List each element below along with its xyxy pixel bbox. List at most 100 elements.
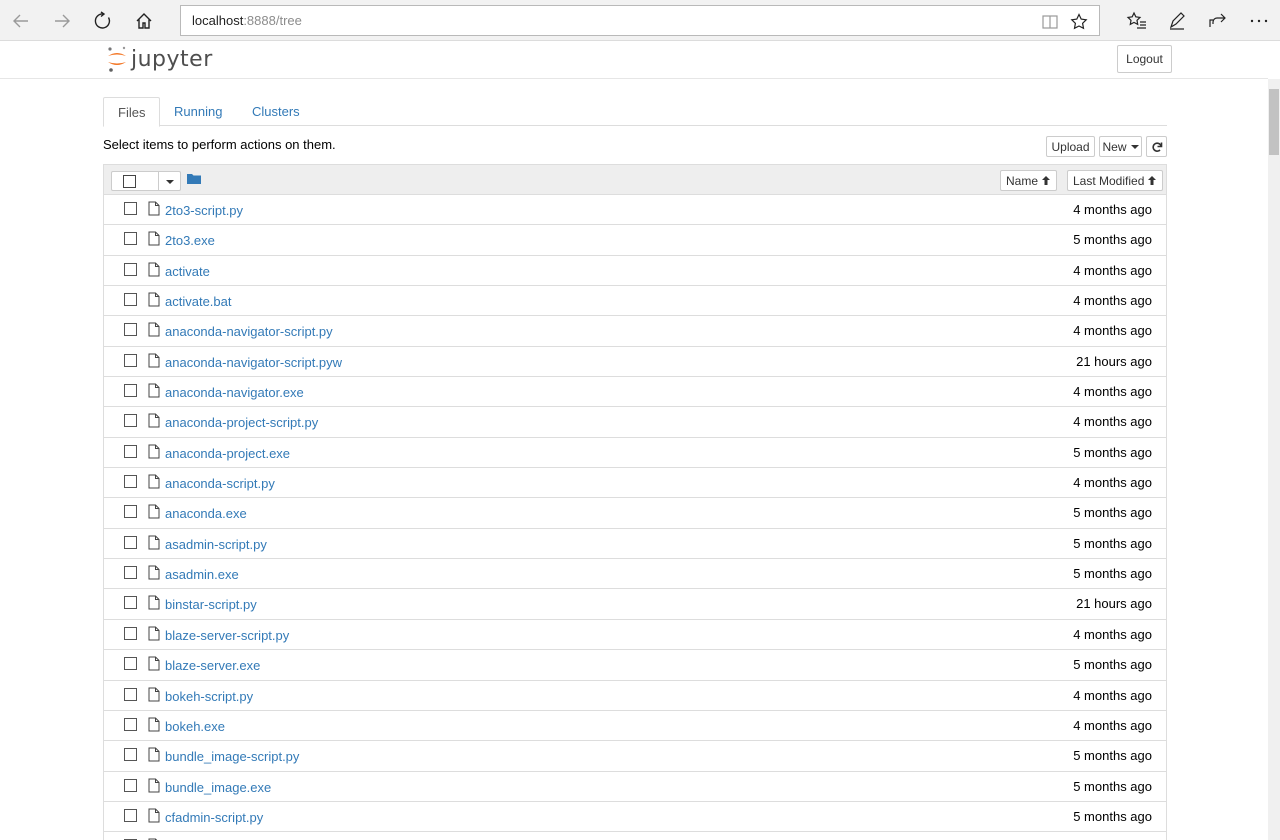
list-item[interactable]: 2to3-script.py 4 months ago [104, 195, 1166, 226]
more-button[interactable] [1244, 6, 1274, 36]
list-item[interactable]: bokeh.exe 4 months ago [104, 711, 1166, 742]
file-name-link[interactable]: bokeh.exe [165, 719, 225, 734]
item-checkbox[interactable] [124, 293, 137, 307]
item-checkbox[interactable] [124, 566, 137, 580]
file-name-link[interactable]: anaconda-script.py [165, 476, 275, 491]
arrow-up-icon [1042, 176, 1051, 185]
item-checkbox[interactable] [124, 657, 137, 671]
list-item[interactable] [104, 832, 1166, 840]
item-checkbox[interactable] [124, 323, 137, 337]
refresh-icon [94, 11, 111, 29]
favorites-hub-button[interactable] [1122, 6, 1152, 36]
item-checkbox[interactable] [124, 687, 137, 701]
list-item[interactable]: anaconda-project-script.py 4 months ago [104, 407, 1166, 438]
list-item[interactable]: blaze-server.exe 5 months ago [104, 650, 1166, 681]
list-item[interactable]: anaconda-navigator.exe 4 months ago [104, 377, 1166, 408]
share-button[interactable] [1202, 6, 1232, 36]
item-checkbox[interactable] [124, 748, 137, 762]
file-name-link[interactable]: asadmin.exe [165, 567, 239, 582]
tab-running[interactable]: Running [160, 97, 236, 126]
list-item[interactable]: anaconda-navigator-script.py 4 months ag… [104, 316, 1166, 347]
jupyter-logo[interactable]: jupyter [106, 45, 213, 73]
tab-clusters[interactable]: Clusters [238, 97, 314, 126]
item-checkbox[interactable] [124, 202, 137, 215]
file-name-link[interactable]: activate.bat [165, 294, 232, 309]
list-item[interactable]: anaconda-navigator-script.pyw 21 hours a… [104, 347, 1166, 378]
list-item[interactable]: activate 4 months ago [104, 256, 1166, 287]
caret-down-icon[interactable] [166, 180, 174, 184]
file-name-link[interactable]: 2to3-script.py [165, 203, 243, 218]
scrollbar-thumb[interactable] [1269, 89, 1279, 155]
list-item[interactable]: anaconda.exe 5 months ago [104, 498, 1166, 529]
file-name-link[interactable]: binstar-script.py [165, 597, 257, 612]
back-button[interactable] [6, 6, 36, 36]
list-item[interactable]: cfadmin-script.py 5 months ago [104, 802, 1166, 833]
item-checkbox[interactable] [124, 414, 137, 428]
page-scrollbar[interactable] [1268, 79, 1280, 840]
file-name-link[interactable]: bundle_image.exe [165, 780, 271, 795]
sort-by-modified-button[interactable]: Last Modified [1067, 170, 1164, 191]
list-item[interactable]: asadmin.exe 5 months ago [104, 559, 1166, 590]
file-name-link[interactable]: blaze-server-script.py [165, 628, 289, 643]
item-checkbox[interactable] [124, 353, 137, 367]
item-checkbox[interactable] [124, 808, 137, 822]
list-item[interactable]: blaze-server-script.py 4 months ago [104, 620, 1166, 651]
file-name-link[interactable]: anaconda-navigator.exe [165, 385, 304, 400]
logout-button[interactable]: Logout [1117, 45, 1172, 73]
item-checkbox[interactable] [124, 596, 137, 610]
last-modified: 5 months ago [1073, 748, 1152, 764]
list-item[interactable]: binstar-script.py 21 hours ago [104, 589, 1166, 620]
list-item[interactable]: anaconda-script.py 4 months ago [104, 468, 1166, 499]
reading-view-button[interactable] [1040, 12, 1060, 32]
last-modified: 5 months ago [1073, 232, 1152, 248]
notes-button[interactable] [1162, 6, 1192, 36]
item-checkbox[interactable] [124, 626, 137, 640]
url-path: :8888/tree [243, 13, 302, 28]
item-checkbox[interactable] [124, 778, 137, 792]
list-item[interactable]: anaconda-project.exe 5 months ago [104, 438, 1166, 469]
file-name-link[interactable]: asadmin-script.py [165, 537, 267, 552]
item-checkbox[interactable] [124, 444, 137, 458]
last-modified: 4 months ago [1073, 717, 1152, 733]
item-checkbox[interactable] [124, 505, 137, 519]
file-name-link[interactable]: cfadmin-script.py [165, 810, 263, 825]
item-checkbox[interactable] [124, 232, 137, 246]
refresh-list-button[interactable] [1146, 136, 1167, 157]
file-list-header: Name Last Modified [103, 164, 1167, 195]
tab-files[interactable]: Files [103, 97, 161, 127]
file-name-link[interactable]: anaconda-project-script.py [165, 415, 318, 430]
item-checkbox[interactable] [124, 262, 137, 276]
sort-by-name-button[interactable]: Name [1000, 170, 1058, 191]
file-name-link[interactable]: bundle_image-script.py [165, 749, 299, 764]
file-name-link[interactable]: anaconda-navigator-script.py [165, 324, 333, 339]
item-checkbox[interactable] [124, 384, 137, 398]
folder-icon[interactable] [187, 172, 201, 187]
file-name-link[interactable]: anaconda-project.exe [165, 446, 290, 461]
file-list: 2to3-script.py 4 months ago 2to3.exe 5 m… [103, 195, 1167, 840]
address-bar[interactable]: localhost:8888/tree [180, 5, 1100, 36]
file-name-link[interactable]: activate [165, 264, 210, 279]
list-item[interactable]: bundle_image.exe 5 months ago [104, 772, 1166, 802]
list-item[interactable]: bokeh-script.py 4 months ago [104, 681, 1166, 711]
list-item[interactable]: bundle_image-script.py 5 months ago [104, 741, 1166, 772]
file-name-link[interactable]: anaconda-navigator-script.pyw [165, 355, 342, 370]
file-name-link[interactable]: 2to3.exe [165, 233, 215, 248]
favorite-button[interactable] [1069, 12, 1089, 32]
file-name-link[interactable]: bokeh-script.py [165, 689, 253, 704]
home-button[interactable] [129, 6, 159, 36]
upload-button[interactable]: Upload [1046, 136, 1095, 157]
refresh-button[interactable] [88, 6, 118, 36]
forward-button[interactable] [47, 6, 77, 36]
item-checkbox[interactable] [124, 717, 137, 731]
list-item[interactable]: activate.bat 4 months ago [104, 286, 1166, 317]
file-name-link[interactable]: anaconda.exe [165, 506, 247, 521]
list-item[interactable]: asadmin-script.py 5 months ago [104, 529, 1166, 560]
new-button-label: New [1102, 139, 1127, 154]
file-name-link[interactable]: blaze-server.exe [165, 658, 260, 673]
new-button[interactable]: New [1099, 136, 1142, 157]
list-item[interactable]: 2to3.exe 5 months ago [104, 225, 1166, 256]
select-all-checkbox[interactable] [123, 175, 136, 188]
item-checkbox[interactable] [124, 475, 137, 489]
item-checkbox[interactable] [124, 535, 137, 549]
select-all-dropdown[interactable] [111, 171, 181, 191]
